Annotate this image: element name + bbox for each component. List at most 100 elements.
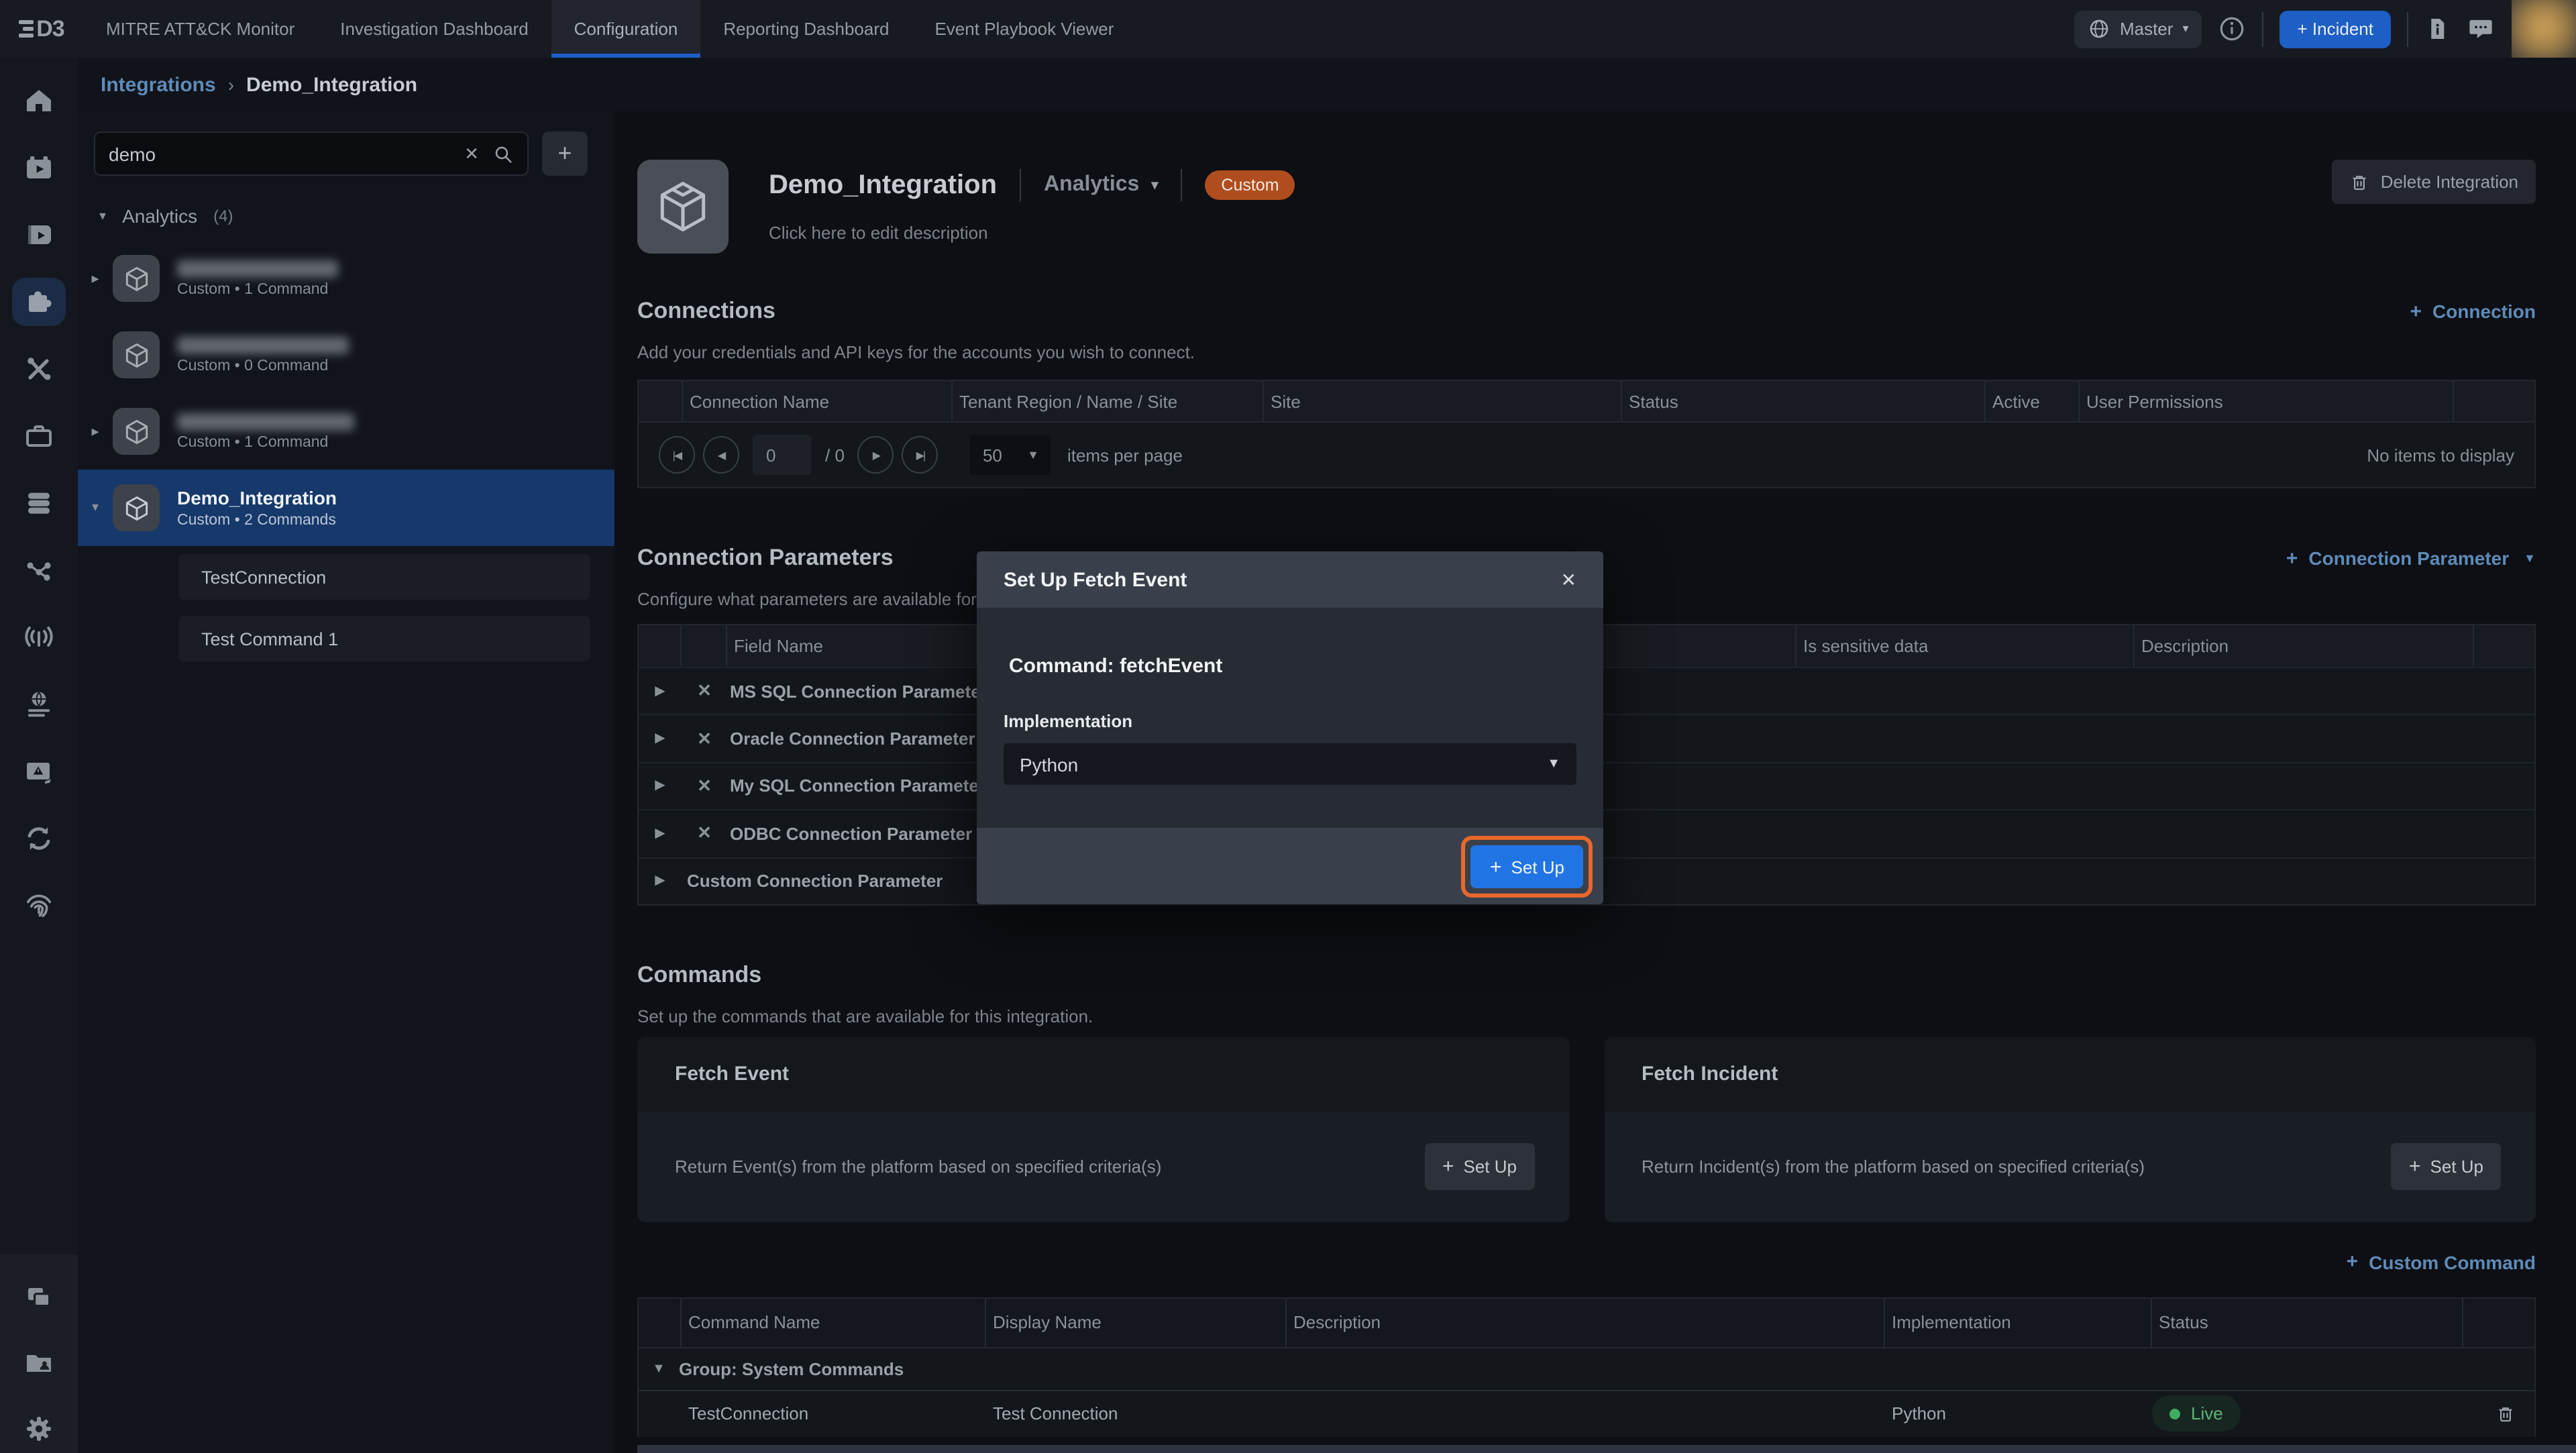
chevron-down-icon[interactable]: ▾	[78, 500, 113, 515]
horizontal-scrollbar[interactable]	[637, 1445, 2576, 1453]
col-command-name[interactable]: Command Name	[682, 1299, 986, 1347]
col-user-permissions[interactable]: User Permissions	[2080, 381, 2454, 421]
modal-setup-button[interactable]: + Set Up	[1471, 845, 1583, 888]
sidebar-item-incident-report[interactable]	[12, 747, 66, 796]
sidebar-item-event-intake[interactable]	[12, 613, 66, 661]
search-icon[interactable]	[492, 143, 514, 164]
nav-event-playbook-viewer[interactable]: Event Playbook Viewer	[912, 0, 1136, 58]
page-number-input[interactable]: 0	[753, 435, 812, 475]
expand-icon[interactable]: ▶	[639, 779, 682, 794]
integration-search[interactable]: ✕	[94, 131, 529, 176]
tree-item-demo-integration[interactable]: ▾ Demo_Integration Custom • 2 Commands	[78, 470, 614, 546]
first-page-button[interactable]: |◀	[659, 436, 695, 474]
fetch-event-setup-button[interactable]: + Set Up	[1425, 1144, 1534, 1191]
col-connection-name[interactable]: Connection Name	[683, 381, 953, 421]
app-window: D3 MITRE ATT&CK Monitor Investigation Da…	[0, 0, 2576, 1453]
add-connection-parameter-button[interactable]: + Connection Parameter ▼	[2286, 547, 2536, 569]
chevron-right-icon[interactable]: ▸	[78, 423, 113, 440]
sidebar-item-data-management[interactable]	[12, 479, 66, 527]
category-dropdown[interactable]: Analytics ▾	[1044, 173, 1158, 197]
nav-investigation-dashboard[interactable]: Investigation Dashboard	[317, 0, 551, 58]
group-system-commands-row[interactable]: ▼ Group: System Commands	[639, 1347, 2534, 1390]
sidebar-item-connections-graph[interactable]	[12, 546, 66, 594]
tenant-selector[interactable]: Master ▾	[2074, 10, 2202, 48]
sidebar-item-integrations[interactable]	[12, 278, 66, 326]
fetch-incident-title: Fetch Incident	[1604, 1037, 2536, 1112]
search-input[interactable]	[109, 143, 451, 164]
modal-header: Set Up Fetch Event ✕	[977, 551, 1603, 608]
prev-page-button[interactable]: ◀	[703, 436, 739, 474]
tree-item-redacted-3[interactable]: ▸ Custom • 1 Command	[78, 393, 614, 470]
chevron-right-icon[interactable]: ▸	[78, 270, 113, 287]
remove-icon[interactable]: ✕	[682, 823, 727, 845]
page-size-select[interactable]: 50 ▼	[971, 435, 1051, 475]
highlight-ring: + Set Up	[1462, 836, 1593, 898]
sync-icon	[23, 822, 55, 855]
nav-reporting-dashboard[interactable]: Reporting Dashboard	[700, 0, 912, 58]
col-implementation[interactable]: Implementation	[1885, 1299, 2152, 1347]
remove-icon[interactable]: ✕	[682, 680, 727, 702]
sidebar-item-home[interactable]	[12, 76, 66, 125]
tree-child-test-command-1[interactable]: Test Command 1	[178, 616, 590, 661]
release-notes-icon[interactable]	[2424, 15, 2450, 43]
expand-icon[interactable]: ▶	[639, 731, 682, 746]
edit-description-placeholder[interactable]: Click here to edit description	[769, 223, 1295, 243]
modal-body: Command: fetchEvent Implementation Pytho…	[977, 608, 1603, 828]
col-site[interactable]: Site	[1264, 381, 1622, 421]
next-page-button[interactable]: ▶	[858, 436, 894, 474]
add-connection-button[interactable]: + Connection	[2410, 301, 2536, 322]
remove-icon[interactable]: ✕	[682, 775, 727, 797]
col-cmd-description[interactable]: Description	[1287, 1299, 1885, 1347]
page-title[interactable]: Demo_Integration	[769, 170, 997, 201]
chevron-down-icon[interactable]: ▼	[639, 1362, 679, 1377]
sidebar-item-sync[interactable]	[12, 814, 66, 863]
expand-icon[interactable]: ▶	[639, 684, 682, 698]
user-avatar[interactable]	[2512, 0, 2576, 58]
expand-icon[interactable]: ▶	[639, 874, 682, 889]
expand-icon[interactable]: ▶	[639, 826, 682, 841]
clear-search-icon[interactable]: ✕	[464, 143, 479, 164]
col-display-name[interactable]: Display Name	[986, 1299, 1287, 1347]
last-page-button[interactable]: ▶|	[902, 436, 938, 474]
fetch-incident-setup-button[interactable]: + Set Up	[2392, 1144, 2501, 1191]
close-icon[interactable]: ✕	[1561, 568, 1576, 591]
d3-logo[interactable]: D3	[0, 0, 83, 58]
sidebar-item-settings[interactable]	[12, 1405, 66, 1453]
nav-configuration[interactable]: Configuration	[551, 0, 701, 58]
trash-icon[interactable]	[2496, 1403, 2516, 1425]
col-description[interactable]: Description	[2135, 625, 2474, 667]
col-is-sensitive[interactable]: Is sensitive data	[1796, 625, 2135, 667]
sidebar-item-user-folder[interactable]	[12, 1340, 66, 1387]
tree-group-analytics[interactable]: ▾ Analytics (4)	[99, 205, 614, 227]
col-active[interactable]: Active	[1986, 381, 2080, 421]
info-icon[interactable]	[2218, 15, 2247, 43]
sidebar-item-utility-commands[interactable]	[12, 345, 66, 393]
tree-child-testconnection[interactable]: TestConnection	[178, 554, 590, 600]
chevron-down-icon: ▼	[1547, 757, 1560, 771]
nav-mitre-attck-monitor[interactable]: MITRE ATT&CK Monitor	[83, 0, 317, 58]
command-row-testconnection[interactable]: TestConnection Test Connection Python Li…	[639, 1390, 2534, 1437]
sidebar-item-fingerprint[interactable]	[12, 881, 66, 930]
delete-integration-button[interactable]: Delete Integration	[2332, 160, 2536, 204]
tree-item-redacted-1[interactable]: ▸ Custom • 1 Command	[78, 240, 614, 317]
implementation-select[interactable]: Python ▼	[1004, 743, 1576, 785]
sidebar-item-playbook-library[interactable]	[12, 211, 66, 259]
gear-icon	[23, 1413, 55, 1446]
icon-sidebar	[0, 58, 78, 1453]
add-incident-button[interactable]: + Incident	[2280, 10, 2392, 48]
sidebar-item-sites[interactable]	[12, 680, 66, 729]
sidebar-item-windows[interactable]	[12, 1273, 66, 1321]
sidebar-item-scheduled-playbook[interactable]	[12, 144, 66, 192]
items-per-page-label: items per page	[1067, 445, 1183, 465]
col-status[interactable]: Status	[1622, 381, 1986, 421]
divider	[2263, 11, 2264, 46]
col-cmd-status[interactable]: Status	[2152, 1299, 2463, 1347]
add-custom-command-button[interactable]: + Custom Command	[2347, 1252, 2536, 1273]
add-integration-button[interactable]: +	[542, 131, 588, 176]
chat-icon[interactable]	[2466, 15, 2496, 43]
col-tenant-region[interactable]: Tenant Region / Name / Site	[953, 381, 1264, 421]
remove-icon[interactable]: ✕	[682, 728, 727, 749]
sidebar-item-case-box[interactable]	[12, 412, 66, 460]
breadcrumb-integrations[interactable]: Integrations	[101, 73, 216, 96]
tree-item-redacted-2[interactable]: Custom • 0 Command	[78, 317, 614, 393]
